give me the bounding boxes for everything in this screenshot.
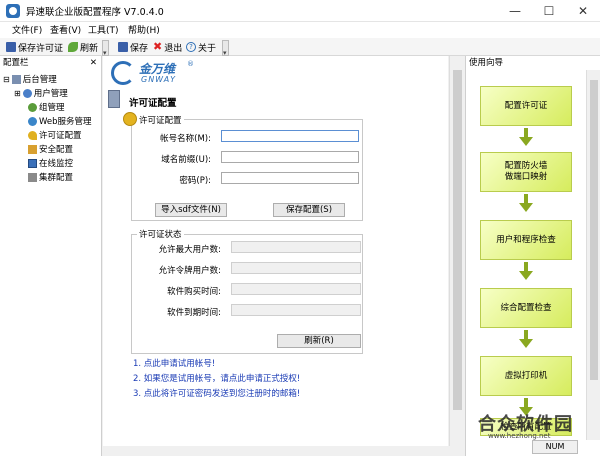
title-bar: 异速联企业版配置程序 V7.0.4.0 — ☐ ✕ <box>0 0 600 22</box>
save-button[interactable]: 保存 <box>118 40 148 54</box>
account-label: 帐号名称(M): <box>160 134 211 144</box>
account-input[interactable] <box>221 130 359 142</box>
config-panel-title: 配置栏 ✕ <box>3 56 97 70</box>
step-virtual-printer[interactable]: 虚拟打印机 <box>480 356 572 396</box>
save-license-button[interactable]: 保存许可证 <box>6 40 63 54</box>
wizard-panel: 使用向导 配置许可证 配置防火墙 做端口映射 用户和程序检查 综合配置检查 虚拟… <box>465 56 600 456</box>
refresh-status-button[interactable]: 刷新(R) <box>277 334 361 348</box>
step-license[interactable]: 配置许可证 <box>480 86 572 126</box>
tree-item-license[interactable]: 许可证配置 <box>28 129 82 141</box>
group-icon <box>28 102 37 112</box>
tree-item-backend[interactable]: ⊟ 后台管理 <box>3 73 57 85</box>
tree-item-monitor[interactable]: 在线监控 <box>28 157 73 169</box>
license-group-title: 许可证配置 <box>137 114 184 126</box>
web-icon <box>28 116 37 126</box>
exit-icon: ✖ <box>153 40 163 53</box>
tree-item-cluster[interactable]: 集群配置 <box>28 171 73 183</box>
refresh-icon <box>68 42 78 52</box>
exit-button[interactable]: ✖ 退出 <box>153 40 182 54</box>
step-overall-check[interactable]: 综合配置检查 <box>480 288 572 328</box>
cluster-icon <box>28 172 37 182</box>
key-icon <box>123 112 137 126</box>
save-icon <box>118 42 128 52</box>
about-button[interactable]: ? 关于 <box>186 40 216 54</box>
arrow-down-icon <box>519 262 533 280</box>
logo-subtext: GNWAY <box>141 75 177 84</box>
purchase-time-field <box>231 283 361 295</box>
watermark-url: www.hezhong.net <box>488 432 551 440</box>
domain-prefix-input[interactable] <box>221 151 359 163</box>
menu-view[interactable]: 查看(V) <box>50 23 81 36</box>
toolbar: 保存许可证 刷新 保存 ✖ 退出 ? 关于 <box>0 38 600 57</box>
page-title: 许可证配置 <box>129 98 177 109</box>
refresh-button[interactable]: 刷新 <box>68 40 98 54</box>
arrow-down-icon <box>519 128 533 146</box>
minimize-button[interactable]: — <box>498 0 532 22</box>
server-icon <box>108 90 120 108</box>
collapse-icon[interactable]: ⊟ <box>3 75 10 84</box>
maximize-button[interactable]: ☐ <box>532 0 566 22</box>
step-user-program-check[interactable]: 用户和程序检查 <box>480 220 572 260</box>
expire-time-field <box>231 304 361 316</box>
main-area: 金万维 ® GNWAY 许可证配置 许可证配置 帐号名称(M): 域名前缀(U)… <box>103 56 464 456</box>
logo-icon <box>111 61 135 85</box>
menu-tools[interactable]: 工具(T) <box>88 23 119 36</box>
save-icon <box>6 42 16 52</box>
token-users-field <box>231 262 361 274</box>
tree-item-security[interactable]: 安全配置 <box>28 143 73 155</box>
app-icon <box>6 4 20 18</box>
logo-registered: ® <box>187 60 194 68</box>
close-icon[interactable]: ✕ <box>90 56 97 70</box>
main-scrollbar[interactable] <box>449 56 464 446</box>
license-status-title: 许可证状态 <box>137 228 184 240</box>
expire-time-label: 软件到期时间: <box>167 308 221 318</box>
password-label: 密码(P): <box>179 176 211 186</box>
apply-trial-link[interactable]: 1. 点此申请试用帐号! <box>133 357 215 369</box>
menu-file[interactable]: 文件(F) <box>12 23 42 36</box>
config-panel: 配置栏 ✕ ⊟ 后台管理 ⊞ 用户管理 组管理 Web服务管理 许可证配置 安全… <box>0 56 102 456</box>
token-users-label: 允许令牌用户数: <box>158 266 221 276</box>
apply-formal-license-link[interactable]: 2. 如果您是试用帐号，请点此申请正式授权! <box>133 372 300 384</box>
close-button[interactable]: ✕ <box>566 0 600 22</box>
max-users-field <box>231 241 361 253</box>
domain-label: 域名前缀(U): <box>161 155 211 165</box>
send-password-email-link[interactable]: 3. 点此将许可证密码发送到您注册时的邮箱! <box>133 387 300 399</box>
wizard-panel-title: 使用向导 <box>469 58 504 68</box>
save-config-button[interactable]: 保存配置(S) <box>273 203 345 217</box>
info-icon: ? <box>186 42 196 52</box>
toolbar-grip[interactable] <box>222 40 229 57</box>
wizard-scrollbar[interactable] <box>586 70 600 440</box>
scrollbar-thumb[interactable] <box>590 80 598 380</box>
arrow-down-icon <box>519 330 533 348</box>
tree-item-web-service[interactable]: Web服务管理 <box>28 115 92 127</box>
step-firewall[interactable]: 配置防火墙 做端口映射 <box>480 152 572 192</box>
user-icon <box>22 88 32 98</box>
key-icon <box>28 130 37 140</box>
num-lock-indicator: NUM <box>532 440 578 454</box>
lock-icon <box>28 144 37 154</box>
tree-item-users[interactable]: ⊞ 用户管理 <box>14 87 68 99</box>
tree-item-groups[interactable]: 组管理 <box>28 101 65 113</box>
toolbar-grip[interactable] <box>102 40 109 57</box>
password-input[interactable] <box>221 172 359 184</box>
max-users-label: 允许最大用户数: <box>158 245 221 255</box>
expand-icon[interactable]: ⊞ <box>14 89 21 98</box>
license-config-page: 金万维 ® GNWAY 许可证配置 许可证配置 帐号名称(M): 域名前缀(U)… <box>103 56 448 446</box>
server-icon <box>11 74 21 84</box>
monitor-icon <box>28 158 37 168</box>
menu-help[interactable]: 帮助(H) <box>128 23 160 36</box>
scrollbar-thumb[interactable] <box>453 70 462 410</box>
purchase-time-label: 软件购买时间: <box>167 287 221 297</box>
menu-bar: 文件(F) 查看(V) 工具(T) 帮助(H) <box>0 22 600 38</box>
import-sdf-button[interactable]: 导入sdf文件(N) <box>155 203 227 217</box>
window-title: 异速联企业版配置程序 V7.0.4.0 <box>26 7 164 18</box>
arrow-down-icon <box>519 194 533 212</box>
